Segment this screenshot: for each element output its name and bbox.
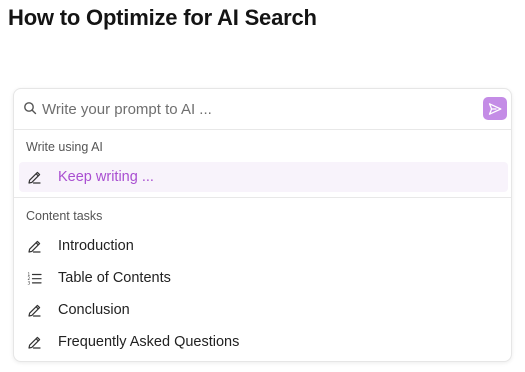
section-label-write-using-ai: Write using AI <box>26 140 103 154</box>
menu-item-introduction[interactable]: Introduction <box>19 231 508 261</box>
search-icon <box>23 101 37 115</box>
menu-item-label: Frequently Asked Questions <box>58 334 240 350</box>
page: How to Optimize for AI Search Write usin… <box>0 0 525 372</box>
send-icon <box>488 102 502 115</box>
list-icon: 1 2 3 <box>27 271 42 286</box>
section-divider <box>14 197 511 198</box>
menu-item-conclusion[interactable]: Conclusion <box>19 295 508 325</box>
pencil-icon <box>27 303 42 318</box>
prompt-input[interactable] <box>42 97 462 121</box>
menu-item-faq[interactable]: Frequently Asked Questions <box>19 327 508 357</box>
pencil-icon <box>27 170 42 185</box>
send-button[interactable] <box>483 97 507 120</box>
menu-item-label: Introduction <box>58 238 134 254</box>
prompt-bar <box>14 89 511 130</box>
section-label-content-tasks: Content tasks <box>26 209 103 223</box>
menu-item-table-of-contents[interactable]: 1 2 3 Table of Contents <box>19 263 508 293</box>
page-title: How to Optimize for AI Search <box>8 5 317 30</box>
menu-item-label: Table of Contents <box>58 270 171 286</box>
menu-item-keep-writing[interactable]: Keep writing ... <box>19 162 508 192</box>
pencil-icon <box>27 239 42 254</box>
pencil-icon <box>27 335 42 350</box>
menu-item-label: Keep writing ... <box>58 169 154 185</box>
svg-text:3: 3 <box>28 280 31 285</box>
menu-item-label: Conclusion <box>58 302 130 318</box>
ai-prompt-panel: Write using AI Keep writing ... Content … <box>13 88 512 362</box>
